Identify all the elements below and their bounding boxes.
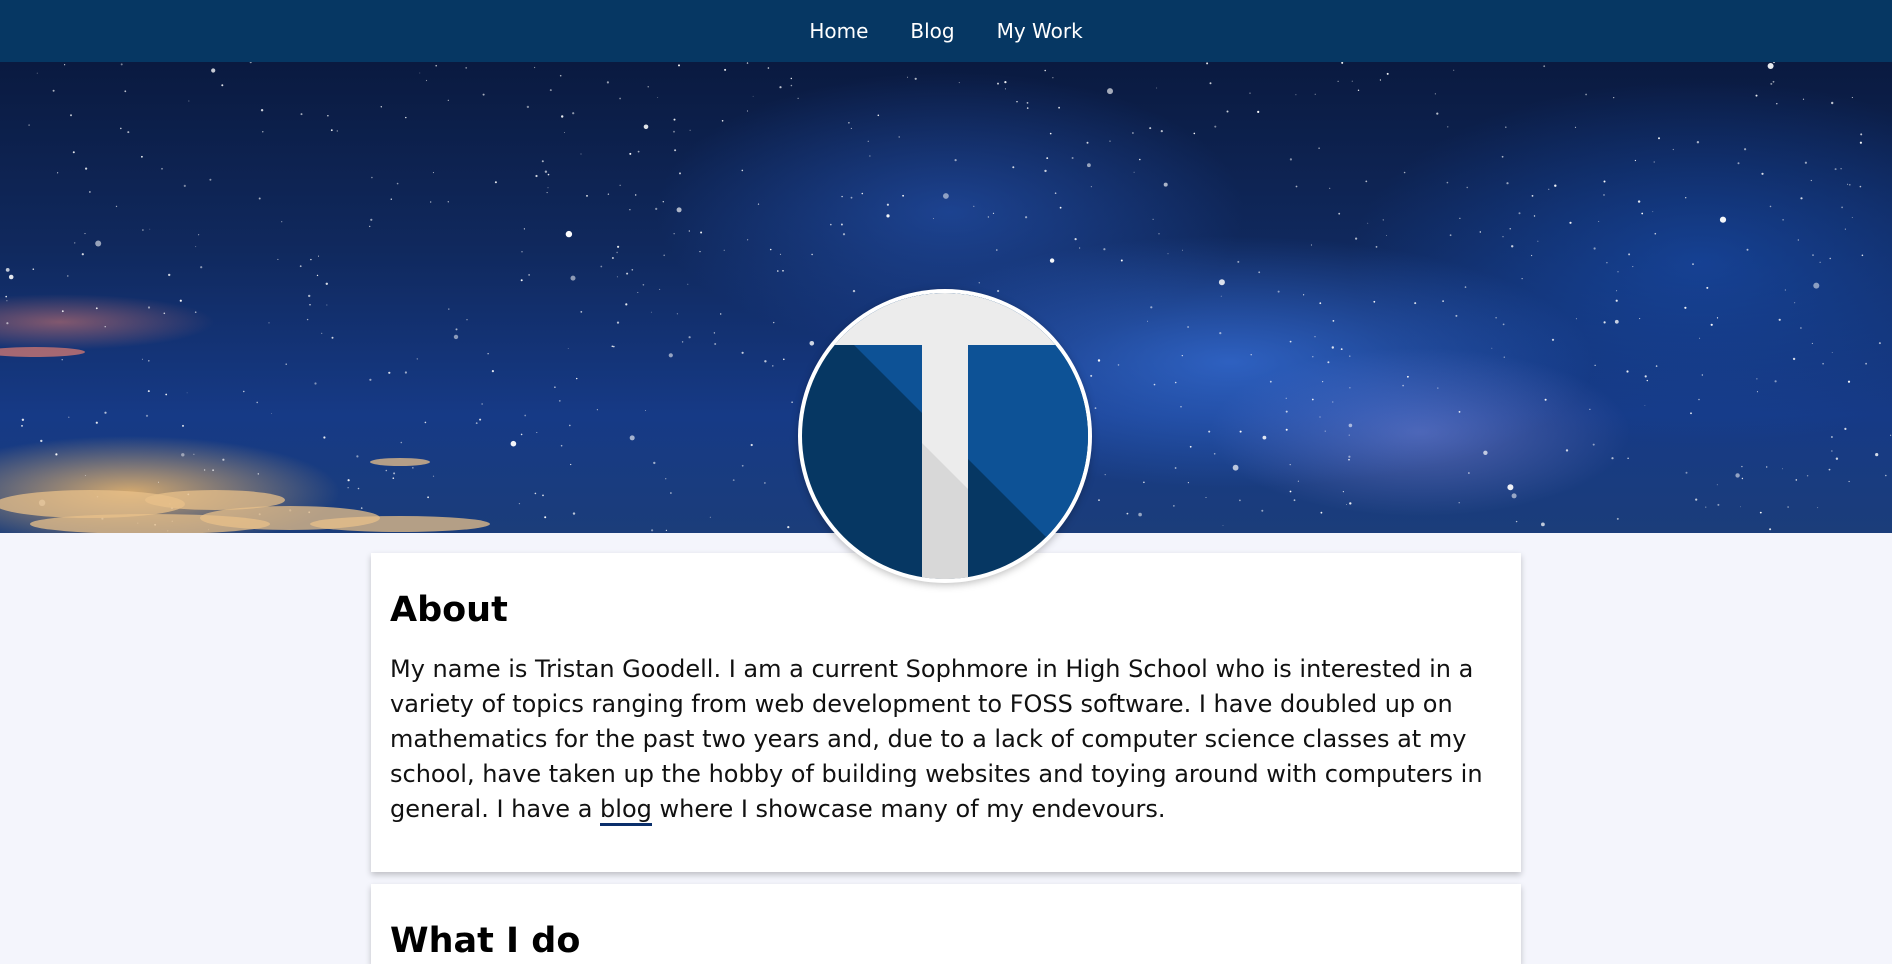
about-card: About My name is Tristan Goodell. I am a…: [371, 553, 1521, 872]
top-navigation: Home Blog My Work: [0, 0, 1892, 62]
about-paragraph: My name is Tristan Goodell. I am a curre…: [390, 652, 1502, 827]
about-heading: About: [390, 590, 508, 630]
nav-blog-link[interactable]: Blog: [889, 19, 975, 43]
nav-my-work-link[interactable]: My Work: [976, 19, 1104, 43]
what-i-do-card: What I do: [371, 884, 1521, 964]
what-i-do-heading: What I do: [390, 921, 581, 961]
about-text-end: where I showcase many of my endevours.: [651, 794, 1166, 823]
blog-link[interactable]: blog: [600, 794, 652, 826]
avatar: [798, 289, 1092, 583]
letter-t-logo-icon: [802, 293, 1088, 579]
nav-home-link[interactable]: Home: [788, 19, 889, 43]
